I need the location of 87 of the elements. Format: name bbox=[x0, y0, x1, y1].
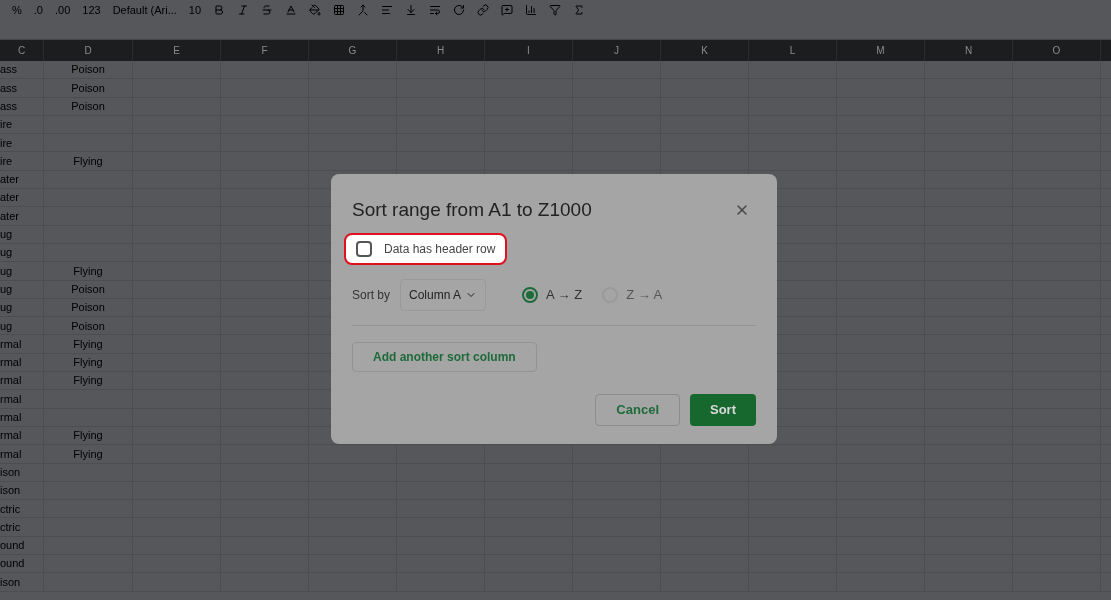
table-cell-text: Poison bbox=[71, 281, 105, 297]
borders-icon[interactable] bbox=[333, 4, 346, 16]
table-cell-text: ctric bbox=[0, 501, 21, 517]
table-cell-text: ire bbox=[0, 117, 13, 133]
table-cell-text: ug bbox=[0, 263, 13, 279]
table-cell-text: ater bbox=[0, 172, 19, 188]
table-cell-text: ug bbox=[0, 227, 13, 243]
rotate-icon[interactable] bbox=[453, 4, 466, 16]
table-cell-text: Flying bbox=[73, 355, 103, 371]
table-cell-text: ire bbox=[0, 153, 13, 169]
radio-option[interactable]: A → Z bbox=[522, 284, 583, 305]
column-dropdown[interactable]: Column A bbox=[400, 278, 487, 311]
table-cell-text: Poison bbox=[71, 99, 105, 114]
table-cell-text: ison bbox=[0, 574, 21, 590]
table-cell-text: ater bbox=[0, 208, 19, 224]
column-header[interactable]: G bbox=[309, 40, 397, 61]
table-cell-text: Poison bbox=[71, 318, 105, 334]
align-icon[interactable] bbox=[381, 4, 394, 16]
table-cell-text: ass bbox=[0, 99, 18, 114]
table-cell-text: rmal bbox=[0, 391, 22, 407]
table-cell-text: rmal bbox=[0, 446, 22, 462]
column-header[interactable]: O bbox=[1013, 40, 1101, 61]
checkbox[interactable] bbox=[356, 240, 372, 257]
chart-icon[interactable] bbox=[525, 4, 538, 16]
column-header[interactable]: I bbox=[485, 40, 573, 61]
header-row-checkbox[interactable]: Data has header row bbox=[344, 232, 508, 265]
table-cell-text: ire bbox=[0, 135, 13, 151]
column-header[interactable]: J bbox=[573, 40, 661, 61]
table-cell-text: rmal bbox=[0, 410, 22, 426]
table-cell-text: ound bbox=[0, 538, 25, 554]
column-header[interactable]: N bbox=[925, 40, 1013, 61]
table-cell-text: ug bbox=[0, 300, 13, 316]
table-cell-text: ass bbox=[0, 80, 18, 96]
table-cell-text: ctric bbox=[0, 519, 21, 535]
bold-icon[interactable] bbox=[213, 4, 226, 16]
table-cell-text: ass bbox=[0, 62, 18, 78]
toolbar-item[interactable]: .0 bbox=[33, 1, 43, 19]
text-color-icon[interactable] bbox=[285, 4, 298, 16]
toolbar-item[interactable]: 10 bbox=[188, 1, 202, 19]
column-header[interactable]: L bbox=[749, 40, 837, 61]
dialog-title: Sort range from A1 to Z1000 bbox=[352, 198, 592, 222]
column-header[interactable]: K bbox=[661, 40, 749, 61]
sort-by-label: Sort by bbox=[352, 286, 390, 304]
comment-icon[interactable] bbox=[501, 4, 514, 16]
filter-icon[interactable] bbox=[549, 4, 562, 16]
table-cell-text: ater bbox=[0, 190, 19, 206]
italic-icon[interactable] bbox=[237, 4, 250, 16]
toolbar-item[interactable]: .00 bbox=[54, 1, 71, 19]
column-header[interactable]: E bbox=[133, 40, 221, 61]
radio-option[interactable]: Z → A bbox=[602, 284, 663, 305]
link-icon[interactable] bbox=[477, 4, 490, 16]
cancel-button[interactable]: Cancel bbox=[595, 393, 680, 426]
sort-button[interactable]: Sort bbox=[690, 393, 756, 426]
table-cell-text: rmal bbox=[0, 355, 22, 371]
table-cell-text: ug bbox=[0, 281, 13, 297]
table-cell-text: ug bbox=[0, 318, 13, 334]
table-cell-text: ound bbox=[0, 556, 25, 572]
add-sort-column-button[interactable]: Add another sort column bbox=[352, 341, 537, 372]
table-cell-text: Flying bbox=[73, 373, 103, 389]
column-header[interactable]: D bbox=[44, 40, 133, 61]
column-header[interactable]: F bbox=[221, 40, 309, 61]
toolbar-item[interactable]: % bbox=[12, 1, 22, 19]
table-cell-text: rmal bbox=[0, 373, 22, 389]
table-cell-text: ison bbox=[0, 483, 21, 499]
table-cell-text: Flying bbox=[73, 428, 103, 444]
table-cell-text: Flying bbox=[73, 446, 103, 462]
toolbar-item[interactable]: Default (Ari... bbox=[112, 1, 177, 19]
vertical-align-icon[interactable] bbox=[405, 4, 418, 16]
table-cell-text: Poison bbox=[71, 62, 105, 78]
wrap-icon[interactable] bbox=[429, 4, 442, 16]
table-cell-text: Poison bbox=[71, 80, 105, 96]
column-header[interactable]: M bbox=[837, 40, 925, 61]
table-cell-text: Flying bbox=[73, 336, 103, 352]
column-header[interactable]: H bbox=[397, 40, 485, 61]
table-cell-text: rmal bbox=[0, 336, 22, 352]
table-cell-text: ug bbox=[0, 245, 13, 261]
table-cell-text: Flying bbox=[73, 263, 103, 279]
fill-color-icon[interactable] bbox=[309, 4, 322, 16]
toolbar-item[interactable]: 123 bbox=[82, 1, 101, 19]
table-cell-text: rmal bbox=[0, 428, 22, 444]
merge-icon[interactable] bbox=[357, 4, 370, 16]
table-cell-text: Flying bbox=[73, 153, 103, 169]
column-header[interactable]: C bbox=[0, 40, 44, 61]
sigma-icon[interactable] bbox=[573, 4, 586, 16]
table-cell-text: ison bbox=[0, 464, 21, 480]
strikethrough-icon[interactable] bbox=[261, 4, 274, 16]
table-cell-text: Poison bbox=[71, 300, 105, 316]
